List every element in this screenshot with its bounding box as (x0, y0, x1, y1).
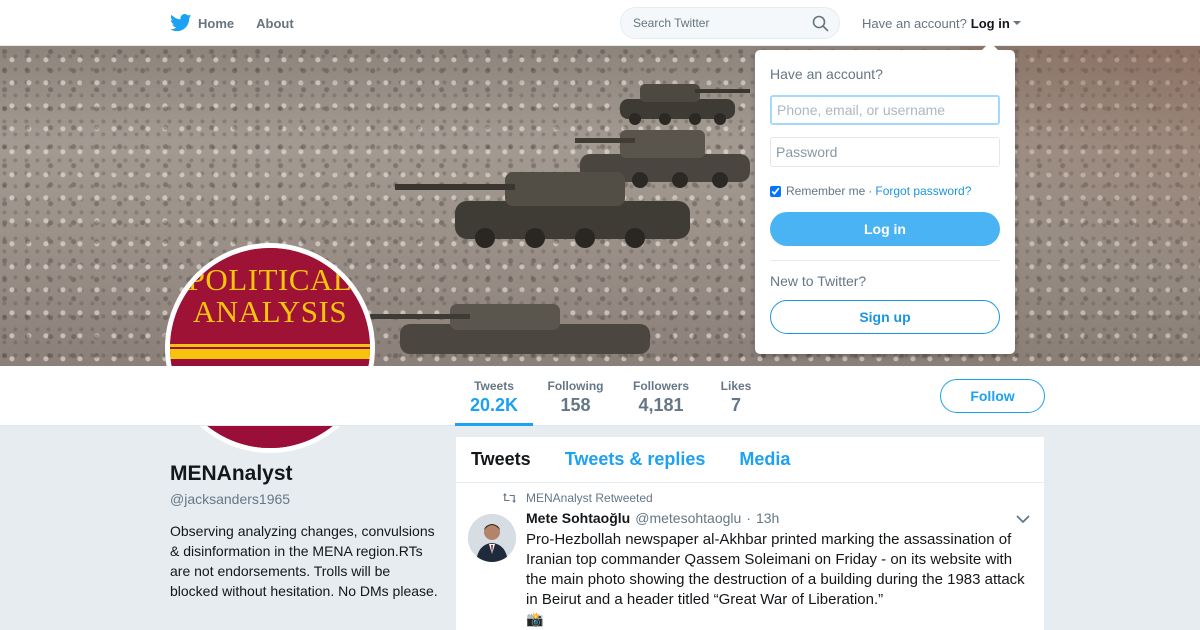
stat-likes[interactable]: Likes 7 (714, 366, 758, 426)
login-button[interactable]: Log in (770, 212, 1000, 246)
new-to-twitter-text: New to Twitter? (770, 273, 867, 289)
home-link[interactable]: Home (170, 14, 234, 32)
stat-label: Followers (632, 379, 689, 393)
login-dropdown-title: Have an account? (770, 66, 883, 82)
login-link-label: Log in (970, 15, 1010, 31)
tab-media[interactable]: Media (739, 449, 790, 470)
profile-handle[interactable]: @jacksanders1965 (170, 491, 290, 507)
tank-image (395, 172, 690, 248)
avatar-logo-line2: ANALYSIS (192, 294, 348, 329)
retweet-icon (503, 493, 516, 503)
stat-label: Tweets (474, 379, 514, 393)
account-area: Have an account? Log in (862, 0, 1021, 46)
avatar-logo-line1: POLITICAL (187, 262, 353, 297)
avatar-divider (170, 344, 370, 347)
stat-followers[interactable]: Followers 4,181 (628, 366, 694, 426)
password-field[interactable] (770, 137, 1000, 167)
login-dropdown: Have an account? Remember me · Forgot pa… (755, 42, 1015, 354)
login-menu-toggle[interactable]: Log in (971, 16, 1021, 31)
stat-label: Likes (720, 379, 752, 393)
stat-value: 4,181 (638, 395, 684, 415)
remember-me-checkbox[interactable] (770, 185, 781, 197)
remember-separator: · (868, 184, 873, 198)
tweet-author-name[interactable]: Mete Sohtaoğlu (526, 510, 630, 526)
avatar-gold-band (170, 349, 370, 359)
stat-value: 20.2K (469, 395, 519, 415)
remember-me-row: Remember me · Forgot password? (770, 184, 971, 198)
stat-value: 158 (560, 395, 591, 415)
stat-value: 7 (730, 395, 741, 415)
tweet-separator: · (746, 510, 751, 526)
remember-me-label[interactable]: Remember me (786, 184, 865, 198)
avatar-logo-text: POLITICAL ANALYSIS (170, 264, 370, 328)
stat-following[interactable]: Following 158 (543, 366, 608, 426)
dropdown-divider (770, 260, 1000, 261)
tab-tweets[interactable]: Tweets (471, 449, 531, 470)
signup-button[interactable]: Sign up (770, 300, 1000, 334)
retweet-context: MENAnalyst Retweeted (502, 491, 653, 505)
stat-tweets[interactable]: Tweets 20.2K (455, 366, 533, 426)
camera-flash-emoji: 📸 (526, 611, 544, 627)
tweet[interactable]: MENAnalyst Retweeted Mete Sohtaoğlu @met… (456, 483, 1044, 630)
top-nav: Home About Have an account? Log in (0, 0, 1200, 46)
caret-down-icon (1012, 21, 1021, 25)
retweet-context-text: MENAnalyst Retweeted (526, 491, 653, 505)
profile-bio: Observing analyzing changes, convulsions… (170, 523, 438, 599)
tweet-author-avatar[interactable] (468, 514, 516, 562)
timeline-tabs: Tweets Tweets & replies Media (456, 437, 1044, 483)
chevron-down-icon[interactable] (1016, 515, 1030, 524)
have-account-text: Have an account? (862, 15, 967, 31)
tweet-author-handle[interactable]: @metesohtaoglu (635, 510, 741, 526)
follow-button[interactable]: Follow (940, 379, 1045, 413)
profile-nav: Tweets 20.2K Following 158 Followers 4,1… (0, 366, 1200, 426)
person-photo-icon (468, 514, 516, 562)
search-box (620, 7, 840, 39)
nav-left: Home About (170, 0, 316, 46)
about-link[interactable]: About (256, 16, 294, 31)
twitter-bird-icon (170, 14, 192, 32)
tank-image (370, 304, 650, 354)
tweet-text: Pro-Hezbollah newspaper al-Akhbar printe… (526, 531, 1025, 608)
search-icon[interactable] (812, 15, 829, 32)
search-input[interactable] (621, 8, 801, 38)
home-label: Home (198, 15, 235, 31)
tweet-header: Mete Sohtaoğlu @metesohtaoglu · 13h (526, 510, 779, 526)
timeline: Tweets Tweets & replies Media MENAnalyst… (456, 437, 1044, 630)
tweet-timestamp[interactable]: 13h (756, 510, 779, 526)
forgot-password-link[interactable]: Forgot password? (875, 184, 971, 198)
stat-label: Following (547, 379, 604, 393)
username-field[interactable] (770, 95, 1000, 125)
tab-tweets-replies[interactable]: Tweets & replies (565, 449, 706, 470)
profile-name[interactable]: MENAnalyst (170, 462, 293, 486)
